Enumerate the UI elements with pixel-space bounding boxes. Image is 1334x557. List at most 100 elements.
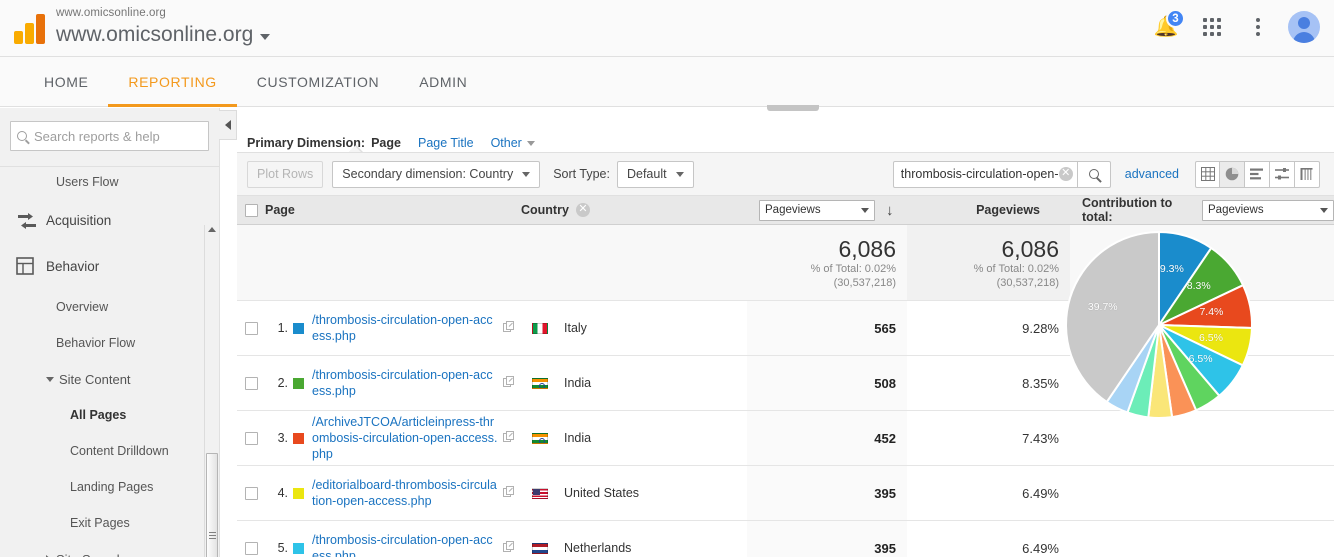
table-search-field[interactable]: thrombosis-circulation-open-a ✕ bbox=[892, 160, 1078, 188]
metric-select-pageviews[interactable]: Pageviews bbox=[759, 199, 875, 221]
row-page-link[interactable]: /thrombosis-circulation-open-access.php bbox=[312, 312, 499, 344]
sidebar-item-behavior[interactable]: Behavior bbox=[0, 243, 219, 289]
chevron-down-icon[interactable] bbox=[260, 33, 271, 40]
analytics-all-pages-report: www.omicsonline.org www.omicsonline.org … bbox=[0, 0, 1334, 557]
sidebar-item-landing-pages[interactable]: Landing Pages bbox=[0, 469, 219, 505]
comparison-view-button[interactable] bbox=[1270, 160, 1295, 188]
open-in-new-icon[interactable] bbox=[503, 540, 515, 556]
left-sidebar: Users Flow Acquisition Behavior Overview… bbox=[0, 108, 220, 557]
tab-reporting[interactable]: REPORTING bbox=[108, 57, 238, 107]
remove-secondary-dimension-icon[interactable]: ✕ bbox=[575, 203, 590, 217]
search-icon bbox=[17, 131, 27, 141]
open-in-new-icon[interactable] bbox=[503, 375, 515, 391]
column-header-page[interactable]: Page bbox=[265, 203, 521, 217]
table-search-button[interactable] bbox=[1077, 160, 1111, 188]
row-checkbox[interactable] bbox=[244, 321, 258, 335]
totals-pageviews-primary: 6,086 % of Total: 0.02% (30,537,218) bbox=[747, 225, 907, 300]
sidebar-scrollbar[interactable] bbox=[204, 225, 219, 557]
secondary-dimension-button[interactable]: Secondary dimension: Country bbox=[332, 160, 541, 188]
pie-slice-label: 7.4% bbox=[1199, 306, 1224, 319]
clear-search-icon[interactable]: ✕ bbox=[1058, 167, 1073, 181]
row-checkbox[interactable] bbox=[244, 431, 258, 445]
primary-dimension-other[interactable]: Other bbox=[491, 136, 535, 150]
sidebar-item-behavior-flow[interactable]: Behavior Flow bbox=[0, 325, 219, 361]
performance-view-button[interactable] bbox=[1245, 160, 1270, 188]
pivot-view-button[interactable] bbox=[1295, 160, 1320, 188]
primary-dimension-page[interactable]: Page bbox=[371, 136, 401, 150]
row-country-name: India bbox=[564, 376, 592, 390]
sidebar-item-exit-pages[interactable]: Exit Pages bbox=[0, 505, 219, 541]
notification-count-badge: 3 bbox=[1166, 9, 1185, 28]
search-reports-box[interactable] bbox=[10, 121, 209, 151]
primary-dimension-page-title[interactable]: Page Title bbox=[418, 136, 474, 150]
top-bar: www.omicsonline.org www.omicsonline.org … bbox=[0, 0, 1334, 57]
flag-icon-netherlands bbox=[532, 542, 548, 554]
account-name[interactable]: www.omicsonline.org bbox=[56, 21, 271, 48]
sidebar-item-label: Users Flow bbox=[56, 175, 119, 189]
column-header-pageviews[interactable]: Pageviews bbox=[907, 203, 1070, 217]
row-color-swatch bbox=[293, 542, 304, 554]
table-view-button[interactable] bbox=[1195, 160, 1220, 188]
sidebar-item-users-flow[interactable]: Users Flow bbox=[0, 167, 219, 197]
row-country-cell: Netherlands bbox=[521, 521, 747, 557]
contribution-metric-select[interactable]: Pageviews bbox=[1202, 199, 1334, 221]
row-page-cell: /thrombosis-circulation-open-access.php bbox=[293, 301, 521, 355]
table-header-row: Page Country ✕ Pageviews ↓ Pageviews Con… bbox=[237, 196, 1334, 225]
tab-customization[interactable]: CUSTOMIZATION bbox=[237, 57, 399, 106]
metric-selector-cell: Pageviews ↓ bbox=[747, 199, 907, 221]
sidebar-item-content-drilldown[interactable]: Content Drilldown bbox=[0, 433, 219, 469]
totals-value: 6,086 bbox=[838, 235, 896, 262]
row-page-link[interactable]: /editorialboard-thrombosis-circulation-o… bbox=[312, 477, 499, 509]
totals-checkbox-cell bbox=[237, 225, 265, 300]
open-in-new-icon[interactable] bbox=[503, 485, 515, 501]
table-search-value: thrombosis-circulation-open-a bbox=[900, 167, 1059, 181]
sidebar-item-all-pages[interactable]: All Pages bbox=[0, 397, 219, 433]
row-page-link[interactable]: /thrombosis-circulation-open-access.php bbox=[312, 532, 499, 557]
row-page-cell: /ArchiveJTCOA/articleinpress-thrombosis-… bbox=[293, 411, 521, 465]
row-color-swatch bbox=[293, 432, 304, 444]
contribution-to-total-label: Contribution to total: bbox=[1082, 196, 1173, 224]
toolbar-right-group: thrombosis-circulation-open-a ✕ advanced bbox=[892, 160, 1320, 188]
sort-descending-icon[interactable]: ↓ bbox=[886, 202, 894, 219]
tab-home[interactable]: HOME bbox=[24, 57, 108, 106]
row-page-cell: /thrombosis-circulation-open-access.php bbox=[293, 356, 521, 410]
row-page-link[interactable]: /ArchiveJTCOA/articleinpress-thrombosis-… bbox=[312, 414, 499, 462]
advanced-filter-link[interactable]: advanced bbox=[1125, 167, 1179, 181]
notifications-bell-icon[interactable]: 🔔 3 bbox=[1150, 9, 1185, 43]
sidebar-item-site-speed[interactable]: Site Speed bbox=[0, 541, 219, 557]
sidebar-item-overview[interactable]: Overview bbox=[0, 289, 219, 325]
select-all-checkbox[interactable] bbox=[244, 203, 258, 217]
search-input[interactable] bbox=[34, 128, 202, 144]
scrollbar-thumb[interactable] bbox=[206, 453, 218, 557]
account-selector[interactable]: www.omicsonline.org www.omicsonline.org bbox=[56, 5, 271, 48]
chevron-down-icon bbox=[526, 140, 535, 146]
sidebar-collapse-button[interactable] bbox=[219, 110, 237, 140]
avatar[interactable] bbox=[1288, 11, 1320, 43]
row-country-name: Italy bbox=[564, 321, 587, 335]
totals-page-cell bbox=[265, 225, 521, 300]
top-bar-actions: 🔔 3 bbox=[1150, 9, 1320, 43]
sidebar-item-acquisition[interactable]: Acquisition bbox=[0, 197, 219, 243]
sort-type-button[interactable]: Default bbox=[616, 160, 694, 188]
apps-grid-icon[interactable] bbox=[1196, 11, 1228, 43]
open-in-new-icon[interactable] bbox=[503, 430, 515, 446]
row-checkbox[interactable] bbox=[244, 486, 258, 500]
select-all-checkbox-cell bbox=[237, 203, 265, 217]
row-checkbox-cell bbox=[237, 301, 265, 355]
acquisition-icon bbox=[16, 211, 46, 229]
scroll-up-arrow-icon[interactable] bbox=[208, 227, 216, 232]
plot-rows-button[interactable]: Plot Rows bbox=[247, 160, 324, 188]
pie-chart-panel: 9.3% 8.3% 7.4% 6.5% 6.5% 39.7% bbox=[1037, 225, 1334, 557]
row-checkbox[interactable] bbox=[244, 541, 258, 555]
column-header-country[interactable]: Country ✕ bbox=[521, 203, 747, 217]
row-checkbox[interactable] bbox=[244, 376, 258, 390]
sidebar-item-site-content[interactable]: Site Content bbox=[0, 361, 219, 397]
contribution-pie-chart[interactable]: 9.3% 8.3% 7.4% 6.5% 6.5% 39.7% bbox=[1064, 230, 1254, 420]
tab-admin[interactable]: ADMIN bbox=[399, 57, 487, 106]
open-in-new-icon[interactable] bbox=[503, 320, 515, 336]
row-page-link[interactable]: /thrombosis-circulation-open-access.php bbox=[312, 367, 499, 399]
pie-chart-svg[interactable] bbox=[1064, 230, 1254, 420]
pie-chart-view-button[interactable] bbox=[1220, 160, 1245, 188]
row-country-name: United States bbox=[564, 486, 640, 500]
more-vert-icon[interactable] bbox=[1242, 11, 1274, 43]
